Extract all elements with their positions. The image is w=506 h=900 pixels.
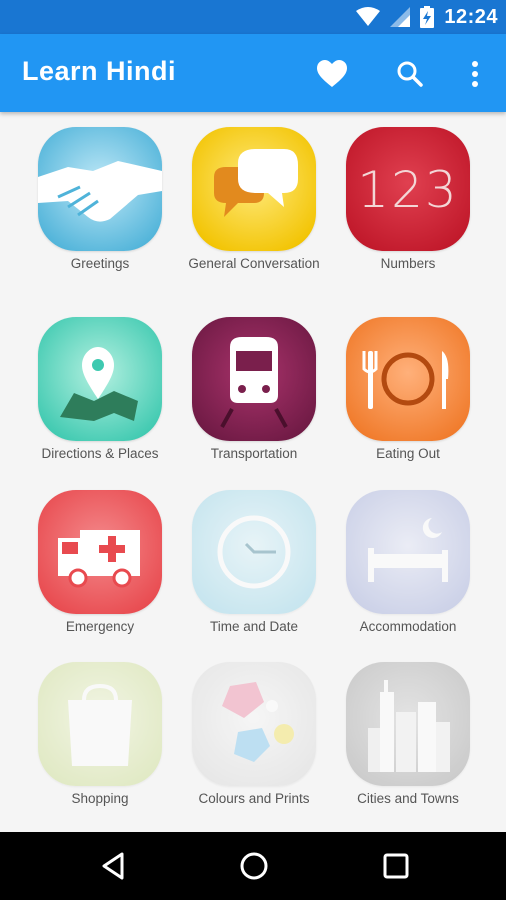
back-button[interactable] — [98, 850, 130, 882]
category-label: Numbers — [380, 256, 436, 271]
category-time-and-date[interactable]: Time and Date — [174, 490, 334, 635]
overflow-menu-button[interactable] — [457, 56, 493, 92]
category-label: General Conversation — [188, 256, 320, 271]
plate-cutlery-icon — [346, 317, 470, 441]
ambulance-icon — [38, 490, 162, 614]
home-button[interactable] — [238, 850, 270, 882]
clock-icon — [192, 490, 316, 614]
back-icon — [102, 852, 124, 880]
category-label: Transportation — [210, 446, 298, 461]
app-title: Learn Hindi — [22, 56, 177, 86]
category-label: Shopping — [71, 791, 129, 806]
colour-shapes-icon — [192, 662, 316, 786]
numbers-icon-text: 123 — [357, 161, 459, 219]
wifi-icon — [356, 7, 381, 26]
handshake-icon — [38, 127, 162, 251]
home-icon — [240, 852, 268, 880]
speech-bubbles-icon — [192, 127, 316, 251]
category-colours-and-prints[interactable]: Colours and Prints — [174, 662, 334, 807]
favorites-button[interactable] — [314, 56, 350, 92]
shopping-bag-icon — [38, 662, 162, 786]
recents-icon — [383, 853, 409, 879]
category-cities-and-towns[interactable]: Cities and Towns — [328, 662, 488, 807]
bed-moon-icon — [346, 490, 470, 614]
category-label: Eating Out — [376, 446, 440, 461]
search-button[interactable] — [392, 56, 428, 92]
category-grid: Greetings General Conversation 123 Numbe… — [0, 112, 506, 832]
category-label: Colours and Prints — [198, 791, 310, 806]
status-bar: 12:24 — [0, 0, 506, 34]
city-skyline-icon — [346, 662, 470, 786]
clock-time: 12:24 — [444, 5, 498, 28]
category-label: Time and Date — [209, 619, 299, 634]
battery-charging-icon — [420, 6, 435, 28]
category-directions-places[interactable]: Directions & Places — [20, 317, 180, 462]
system-nav-bar — [0, 832, 506, 900]
recents-button[interactable] — [380, 850, 412, 882]
category-label: Greetings — [70, 256, 130, 271]
category-general-conversation[interactable]: General Conversation — [174, 127, 334, 272]
category-label: Directions & Places — [41, 446, 159, 461]
overflow-menu-icon — [472, 61, 478, 87]
category-label: Accommodation — [359, 619, 457, 634]
search-icon — [397, 61, 423, 87]
category-numbers[interactable]: 123 Numbers — [328, 127, 488, 272]
signal-icon — [390, 7, 411, 27]
category-accommodation[interactable]: Accommodation — [328, 490, 488, 635]
category-transportation[interactable]: Transportation — [174, 317, 334, 462]
map-pin-icon — [38, 317, 162, 441]
category-label: Emergency — [65, 619, 135, 634]
category-label: Cities and Towns — [357, 791, 459, 806]
numbers-123-icon: 123 — [346, 127, 470, 251]
train-icon — [192, 317, 316, 441]
category-greetings[interactable]: Greetings — [20, 127, 180, 272]
favorite-heart-icon — [317, 60, 347, 87]
app-bar: Learn Hindi — [0, 34, 506, 112]
category-emergency[interactable]: Emergency — [20, 490, 180, 635]
category-eating-out[interactable]: Eating Out — [328, 317, 488, 462]
category-shopping[interactable]: Shopping — [20, 662, 180, 807]
